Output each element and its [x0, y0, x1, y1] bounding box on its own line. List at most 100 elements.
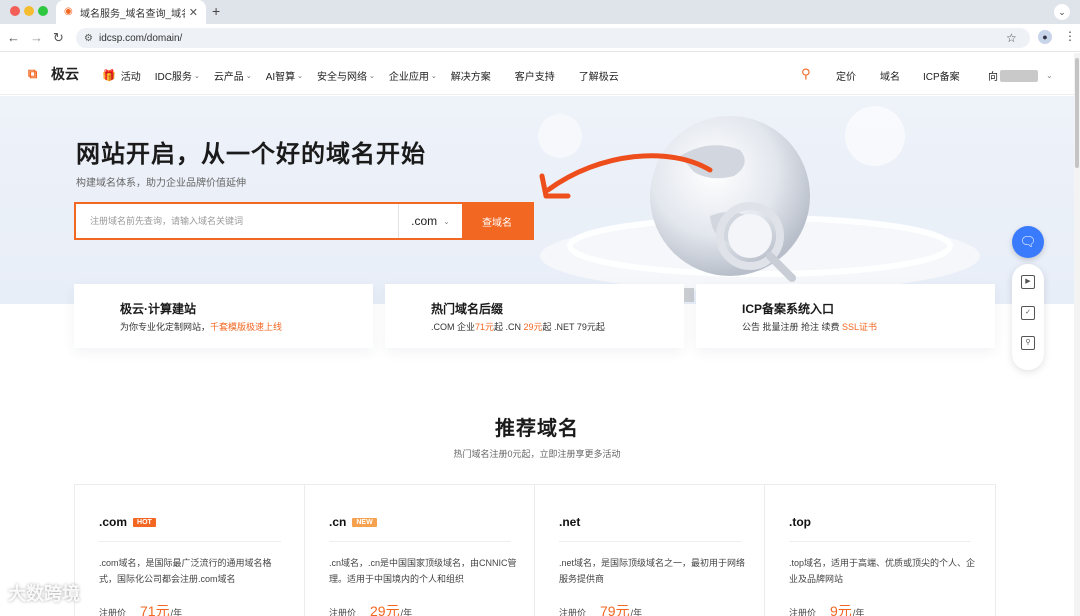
- nav-item-security[interactable]: 安全与网络 ⌄: [317, 68, 375, 83]
- domain-desc: .cn域名，.cn是中国国家顶级域名，由CNNIC管理。适用于中国境内的个人和组…: [329, 558, 517, 584]
- maximize-window-button[interactable]: [38, 6, 48, 16]
- bookmark-star-icon[interactable]: ☆: [1006, 31, 1017, 45]
- nav-icp[interactable]: ICP备案: [923, 68, 960, 83]
- nav-domain[interactable]: 域名: [880, 68, 900, 83]
- minimize-window-button[interactable]: [24, 6, 34, 16]
- search-icon[interactable]: ⚲: [801, 66, 811, 82]
- feature-highlight-link[interactable]: 千套模版极速上线: [210, 322, 282, 332]
- scrollbar-thumb[interactable]: [1075, 58, 1079, 168]
- nav-item-solutions[interactable]: 解决方案: [451, 68, 491, 83]
- site-logo[interactable]: ⧉ 极云: [28, 64, 79, 84]
- checklist-icon[interactable]: ✓: [1021, 306, 1035, 320]
- feature-highlight-link[interactable]: SSL证书: [842, 322, 877, 332]
- nav-pricing[interactable]: 定价: [836, 68, 856, 83]
- carousel-indicator: [684, 288, 694, 302]
- tab-search-icon[interactable]: ⌄: [1054, 4, 1070, 20]
- nav-label: 了解极云: [578, 72, 619, 83]
- gift-icon: 🎁: [102, 70, 116, 82]
- domain-card-top[interactable]: .top .top域名，适用于高端、优质或顶尖的个人、企业及品牌网站 注册价 9元…: [765, 485, 995, 616]
- feature-desc: 公告 批量注册 抢注 续费 SSL证书: [742, 320, 877, 333]
- site-favicon-icon: ◉: [64, 6, 73, 17]
- section-title: 推荐域名: [495, 418, 579, 440]
- watermark-text: 大数跨境: [8, 584, 80, 604]
- feature-title: 极云·计算建站: [120, 302, 196, 316]
- site-header: ⧉ 极云 🎁 活动 IDC服务 ⌄ 云产品 ⌄ AI智算 ⌄ 安全与网络 ⌄ 企业应用 ⌄…: [0, 53, 1074, 95]
- domain-name: .top: [789, 515, 811, 529]
- domain-name: .cn NEW: [329, 515, 377, 529]
- divider: [789, 541, 971, 542]
- nav-label: 活动: [120, 72, 141, 83]
- price-label: 注册价: [329, 608, 357, 616]
- user-menu[interactable]: 向 ⌄: [988, 68, 1053, 83]
- site-info-icon[interactable]: ⚙: [84, 33, 93, 44]
- chevron-down-icon: ⌄: [443, 216, 450, 226]
- play-video-icon[interactable]: ▶: [1021, 275, 1035, 289]
- domain-desc: .top域名，适用于高端、优质或顶尖的个人、企业及品牌网站: [789, 558, 976, 584]
- nav-item-support[interactable]: 客户支持: [515, 68, 555, 83]
- feature-desc-text: 起 .CN: [494, 322, 524, 332]
- price-amount: 79元: [600, 603, 630, 616]
- feature-card-website[interactable]: 极云·计算建站 为你专业化定制网站，千套模版极速上线: [74, 284, 373, 348]
- profile-avatar-icon[interactable]: ●: [1038, 30, 1052, 44]
- nav-item-enterprise[interactable]: 企业应用 ⌄: [389, 68, 437, 83]
- price-amount: 71元: [140, 603, 170, 616]
- chevron-down-icon: ⌄: [369, 72, 375, 80]
- tab-close-icon[interactable]: ✕: [189, 6, 198, 19]
- close-window-button[interactable]: [10, 6, 20, 16]
- url-text: idcsp.com/domain/: [98, 32, 183, 44]
- price-label: 注册价: [99, 608, 127, 616]
- domain-desc: .net域名，是国际顶级域名之一，最初用于网络服务提供商: [559, 558, 746, 584]
- chat-bubble-icon: 🗨: [1019, 234, 1037, 249]
- new-tab-icon[interactable]: +: [212, 3, 220, 19]
- feature-desc-text: 公告 批量注册 抢注 续费: [742, 322, 843, 332]
- browser-tab-strip: ◉ 域名服务_域名查询_域名注册 ✕ + ⌄: [0, 0, 1080, 24]
- hot-badge: HOT: [133, 517, 156, 527]
- reload-icon[interactable]: ↻: [53, 30, 64, 46]
- browser-menu-icon[interactable]: ⋮: [1064, 29, 1076, 43]
- domain-price: 注册价 29元/年: [329, 601, 412, 616]
- browser-tab[interactable]: ◉ 域名服务_域名查询_域名注册 ✕: [56, 0, 206, 24]
- price-label: 注册价: [789, 608, 817, 616]
- nav-item-ai[interactable]: AI智算 ⌄: [266, 68, 303, 83]
- domain-card-cn[interactable]: .cn NEW .cn域名，.cn是中国国家顶级域名，由CNNIC管理。适用于中国…: [305, 485, 535, 616]
- user-name-blurred: [1000, 69, 1038, 82]
- domain-name-text: .cn: [329, 515, 347, 529]
- hero-subtitle: 构建域名体系，助力企业品牌价值延伸: [76, 178, 246, 189]
- back-icon[interactable]: ←: [7, 30, 20, 46]
- feature-title: ICP备案系统入口: [742, 302, 835, 316]
- domain-price: 注册价 9元/年: [789, 601, 864, 616]
- nav-label: 企业应用: [388, 72, 429, 83]
- domain-desc: .com域名，是国际最广泛流行的通用域名格式，国际化公司都会注册.com域名: [99, 558, 272, 584]
- domain-name-text: .top: [789, 515, 811, 529]
- feature-card-icp[interactable]: ICP备案系统入口 公告 批量注册 抢注 续费 SSL证书: [696, 284, 995, 348]
- price-unit: /年: [400, 608, 413, 616]
- feature-card-hot-suffix[interactable]: 热门域名后缀 .COM 企业71元起 .CN 29元起 .NET 79元起: [385, 284, 684, 348]
- logo-text: 极云: [51, 66, 79, 82]
- nav-item-about[interactable]: 了解极云: [579, 68, 619, 83]
- price-unit: /年: [852, 608, 865, 616]
- logo-mark-icon: ⧉: [28, 66, 38, 81]
- search-document-icon[interactable]: ⚲: [1021, 336, 1035, 350]
- search-domain-button[interactable]: 查域名: [462, 204, 532, 238]
- url-bar[interactable]: ⚙ idcsp.com/domain/: [76, 28, 1030, 48]
- domain-card-com[interactable]: .com HOT .com域名，是国际最广泛流行的通用域名格式，国际化公司都会注册…: [75, 485, 305, 616]
- domain-price: 注册价 71元/年: [99, 601, 182, 616]
- forward-icon[interactable]: →: [30, 30, 43, 46]
- address-bar-row: ← → ↻ ⚙ idcsp.com/domain/ ☆ ● ⋮: [0, 24, 1080, 52]
- nav-item-cloud[interactable]: 云产品 ⌄: [214, 68, 252, 83]
- nav-item-activity[interactable]: 🎁 活动: [102, 68, 141, 83]
- section-subtitle: 热门域名注册0元起，立即注册享更多活动: [453, 449, 621, 459]
- domain-suffix-select[interactable]: .com ⌄: [398, 204, 462, 238]
- domain-card-net[interactable]: .net .net域名，是国际顶级域名之一，最初用于网络服务提供商 注册价 79元…: [535, 485, 765, 616]
- domain-price: 注册价 79元/年: [559, 601, 642, 616]
- feature-title: 热门域名后缀: [431, 302, 504, 316]
- new-badge: NEW: [352, 517, 377, 527]
- domain-search-bar: .com ⌄ 查域名: [74, 202, 534, 240]
- chat-support-button[interactable]: 🗨: [1012, 226, 1044, 258]
- divider: [329, 541, 511, 542]
- domain-grid: .com HOT .com域名，是国际最广泛流行的通用域名格式，国际化公司都会注册…: [74, 484, 996, 616]
- price-unit: /年: [170, 608, 183, 616]
- chevron-down-icon: ⌄: [297, 72, 304, 80]
- domain-search-input[interactable]: [76, 204, 398, 238]
- nav-item-idc[interactable]: IDC服务 ⌄: [155, 68, 200, 83]
